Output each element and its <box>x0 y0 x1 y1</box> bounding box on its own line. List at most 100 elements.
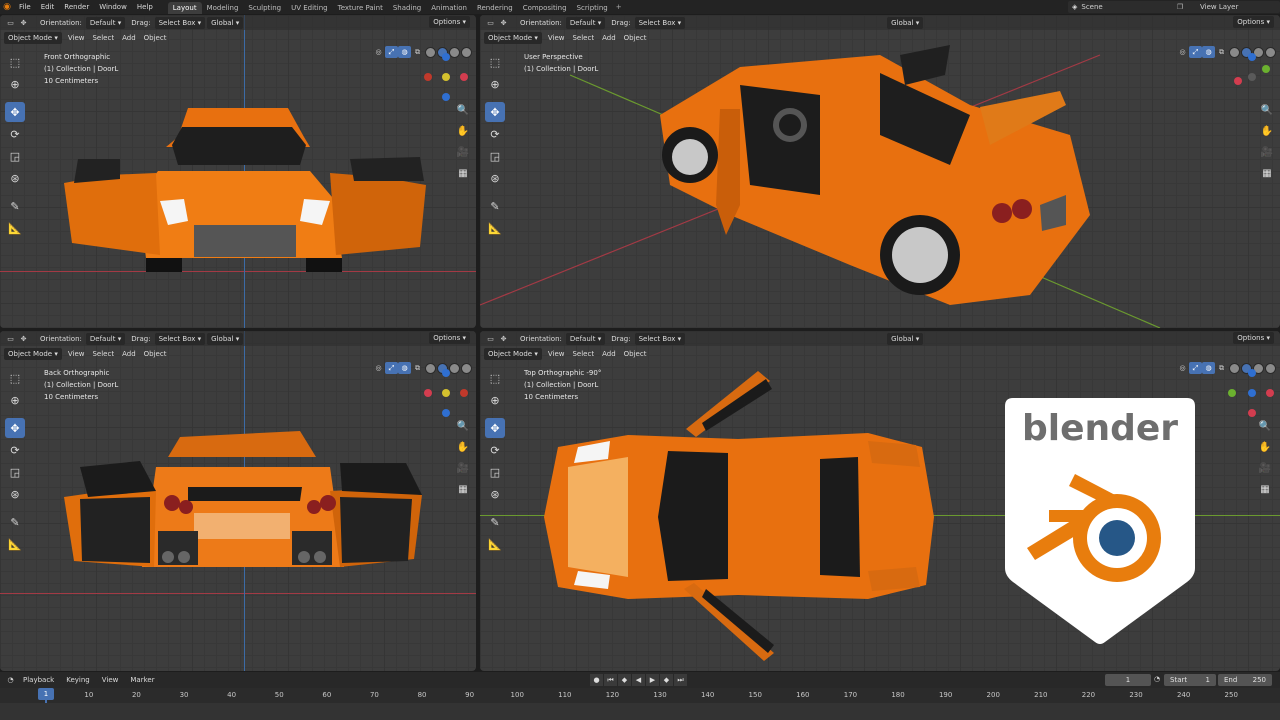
scale-tool-icon[interactable]: ◲ <box>485 146 505 166</box>
play-icon[interactable]: ▶ <box>646 674 659 686</box>
move-tool-icon[interactable]: ✥ <box>5 102 25 122</box>
xray-icon[interactable]: ⧉ <box>1215 46 1228 58</box>
gizmo-toggle-icon[interactable]: ⤢ <box>385 46 398 58</box>
options-dropdown[interactable]: Options ▾ <box>429 16 470 28</box>
overlay-toggle-icon[interactable]: ◍ <box>1202 362 1215 374</box>
transform-orientation-dropdown[interactable]: Global ▾ <box>207 16 244 29</box>
menu-playback[interactable]: Playback <box>17 676 60 684</box>
play-reverse-icon[interactable]: ◀ <box>632 674 645 686</box>
mode-dropdown[interactable]: Object Mode ▾ <box>4 347 62 360</box>
playhead-frame-label[interactable]: 1 <box>38 688 54 700</box>
z-axis-dot[interactable] <box>1248 53 1256 61</box>
z-axis-dot[interactable] <box>1248 369 1256 377</box>
next-keyframe-icon[interactable]: ◆ <box>660 674 673 686</box>
menu-view[interactable]: View <box>544 350 569 358</box>
move-tool-icon[interactable]: ✥ <box>485 418 505 438</box>
y-axis-dot[interactable] <box>442 389 450 397</box>
measure-tool-icon[interactable]: 📐 <box>485 534 505 554</box>
move-icon[interactable]: ✥ <box>497 333 510 345</box>
mode-dropdown[interactable]: Object Mode ▾ <box>484 347 542 360</box>
measure-tool-icon[interactable]: 📐 <box>5 218 25 238</box>
visibility-icon[interactable]: ◎ <box>1176 362 1189 374</box>
annotate-tool-icon[interactable]: ✎ <box>485 196 505 216</box>
menu-object[interactable]: Object <box>140 34 171 42</box>
menu-view[interactable]: View <box>64 34 89 42</box>
tab-compositing[interactable]: Compositing <box>518 2 572 14</box>
scale-tool-icon[interactable]: ◲ <box>5 462 25 482</box>
menu-select[interactable]: Select <box>568 350 598 358</box>
tab-scripting[interactable]: Scripting <box>572 2 613 14</box>
camera-icon[interactable]: 🎥 <box>1256 459 1274 477</box>
y-axis-dot[interactable] <box>442 73 450 81</box>
menu-object[interactable]: Object <box>140 350 171 358</box>
cursor-icon[interactable]: ⊕ <box>5 74 25 94</box>
move-icon[interactable]: ✥ <box>17 17 30 29</box>
scale-tool-icon[interactable]: ◲ <box>5 146 25 166</box>
z-neg-dot[interactable] <box>442 409 450 417</box>
select-box-icon[interactable]: ⬚ <box>485 52 505 72</box>
x-neg-dot[interactable] <box>460 389 468 397</box>
menu-view[interactable]: View <box>96 676 125 684</box>
tool-settings-icon[interactable]: ▭ <box>4 17 17 29</box>
orientation-dropdown[interactable]: Default ▾ <box>85 332 126 345</box>
tool-settings-icon[interactable]: ▭ <box>484 17 497 29</box>
view-layer-selector[interactable]: View Layer <box>1188 1 1280 13</box>
add-workspace-button[interactable]: + <box>613 3 625 11</box>
menu-object[interactable]: Object <box>620 34 651 42</box>
rotate-tool-icon[interactable]: ⟳ <box>5 440 25 460</box>
gizmo-toggle-icon[interactable]: ⤢ <box>385 362 398 374</box>
visibility-icon[interactable]: ◎ <box>1176 46 1189 58</box>
drag-dropdown[interactable]: Select Box ▾ <box>154 332 206 345</box>
y-axis-dot[interactable] <box>1228 389 1236 397</box>
xray-icon[interactable]: ⧉ <box>1215 362 1228 374</box>
viewport-front[interactable]: ▭ ✥ Orientation: Default ▾ Drag: Select … <box>0 15 476 328</box>
transform-tool-icon[interactable]: ⊛ <box>485 484 505 504</box>
move-tool-icon[interactable]: ✥ <box>5 418 25 438</box>
navigation-gizmo[interactable] <box>424 367 468 419</box>
menu-object[interactable]: Object <box>620 350 651 358</box>
x-axis-dot[interactable] <box>1266 389 1274 397</box>
rotate-tool-icon[interactable]: ⟳ <box>485 440 505 460</box>
menu-window[interactable]: Window <box>94 0 132 14</box>
annotate-tool-icon[interactable]: ✎ <box>485 512 505 532</box>
tab-modeling[interactable]: Modeling <box>202 2 244 14</box>
navigation-gizmo[interactable] <box>1228 367 1274 419</box>
prev-keyframe-icon[interactable]: ◆ <box>618 674 631 686</box>
menu-select[interactable]: Select <box>88 34 118 42</box>
camera-icon[interactable]: 🎥 <box>1258 143 1276 161</box>
perspective-grid-icon[interactable]: ▦ <box>1258 164 1276 182</box>
measure-tool-icon[interactable]: 📐 <box>485 218 505 238</box>
z-axis-dot[interactable] <box>442 369 450 377</box>
copy-icon[interactable]: ❐ <box>1174 3 1186 11</box>
current-frame-field[interactable]: 1 <box>1105 674 1151 686</box>
clock-preview-icon[interactable]: ◔ <box>1154 675 1160 683</box>
pan-hand-icon[interactable]: ✋ <box>454 122 472 140</box>
tool-settings-icon[interactable]: ▭ <box>484 333 497 345</box>
drag-dropdown[interactable]: Select Box ▾ <box>634 332 686 345</box>
transform-tool-icon[interactable]: ⊛ <box>485 168 505 188</box>
pan-hand-icon[interactable]: ✋ <box>1256 438 1274 456</box>
scene-selector[interactable]: ◈ Scene ❐✕ <box>1068 1 1198 13</box>
z-neg-dot[interactable] <box>442 93 450 101</box>
mode-dropdown[interactable]: Object Mode ▾ <box>4 31 62 44</box>
menu-add[interactable]: Add <box>118 350 140 358</box>
center-dot[interactable] <box>1248 73 1256 81</box>
timeline-track[interactable] <box>0 703 1280 720</box>
z-center-dot[interactable] <box>1248 389 1256 397</box>
tab-rendering[interactable]: Rendering <box>472 2 518 14</box>
tab-animation[interactable]: Animation <box>426 2 472 14</box>
record-icon[interactable]: ● <box>590 674 603 686</box>
ortho-grid-icon[interactable]: ▦ <box>454 480 472 498</box>
ortho-grid-icon[interactable]: ▦ <box>1256 480 1274 498</box>
move-icon[interactable]: ✥ <box>17 333 30 345</box>
x-neg-dot[interactable] <box>424 73 432 81</box>
zoom-icon[interactable]: 🔍 <box>1256 417 1274 435</box>
navigation-gizmo[interactable] <box>424 51 468 103</box>
options-dropdown[interactable]: Options ▾ <box>429 332 470 344</box>
tool-settings-icon[interactable]: ▭ <box>4 333 17 345</box>
tab-layout[interactable]: Layout <box>167 1 202 14</box>
menu-view[interactable]: View <box>544 34 569 42</box>
measure-tool-icon[interactable]: 📐 <box>5 534 25 554</box>
transform-orientation-dropdown[interactable]: Global ▾ <box>887 332 924 345</box>
visibility-icon[interactable]: ◎ <box>372 46 385 58</box>
